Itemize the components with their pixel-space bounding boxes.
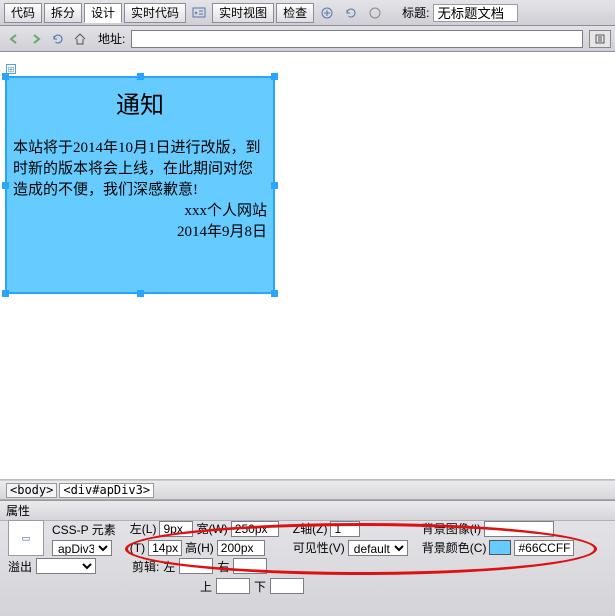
notice-signature-1: xxx个人网站 — [13, 201, 267, 222]
overflow-select[interactable] — [36, 558, 96, 574]
element-id-select[interactable]: apDiv3 — [52, 540, 112, 556]
bgimg-label: 背景图像(I) — [422, 520, 481, 537]
doc-title-input[interactable] — [433, 4, 518, 22]
live-code-icon[interactable] — [188, 3, 210, 23]
bgimg-input[interactable] — [484, 521, 554, 537]
tab-live-code[interactable]: 实时代码 — [124, 3, 186, 23]
resize-handle-br[interactable] — [271, 290, 278, 297]
reload-icon[interactable] — [48, 29, 68, 49]
tab-inspect[interactable]: 检查 — [276, 3, 314, 23]
go-button[interactable] — [589, 30, 611, 48]
bgcolor-input[interactable] — [514, 540, 574, 556]
bgcolor-label: 背景颜色(C) — [422, 539, 487, 556]
z-label: Z轴(Z) — [293, 520, 328, 537]
clip-top-label: 上 — [200, 578, 212, 595]
z-input[interactable] — [330, 521, 360, 537]
resize-handle-tr[interactable] — [271, 73, 278, 80]
clip-bottom-label: 下 — [254, 578, 266, 595]
overflow-label: 溢出 — [8, 558, 32, 575]
notice-signature-2: 2014年9月8日 — [13, 222, 267, 243]
bgcolor-swatch[interactable] — [489, 540, 511, 555]
home-icon[interactable] — [70, 29, 90, 49]
element-thumb-icon: ▭ — [8, 520, 44, 556]
refresh-icon[interactable] — [340, 3, 362, 23]
clip-left-input[interactable] — [179, 558, 213, 574]
properties-header[interactable]: 属性 — [0, 501, 615, 521]
clip-bottom-input[interactable] — [270, 578, 304, 594]
clip-left-label: 左 — [163, 558, 175, 575]
forward-icon[interactable] — [26, 29, 46, 49]
left-input[interactable] — [159, 521, 193, 537]
address-bar: 地址: — [0, 26, 615, 52]
left-label: 左(L) — [130, 520, 157, 537]
width-input[interactable] — [231, 521, 279, 537]
notice-title: 通知 — [13, 90, 267, 124]
clip-right-label: 右 — [217, 558, 229, 575]
tag-apdiv[interactable]: <div#apDiv3> — [59, 483, 154, 498]
vis-label: 可见性(V) — [293, 539, 345, 556]
design-canvas[interactable]: ⊞ 通知 本站将于2014年10月1日进行改版，到时新的版本将会上线，在此期间对… — [0, 52, 615, 480]
resize-handle-bm[interactable] — [137, 290, 144, 297]
resize-handle-ml[interactable] — [2, 182, 9, 189]
tab-split[interactable]: 拆分 — [44, 3, 82, 23]
mode-toolbar: 代码 拆分 设计 实时代码 实时视图 检查 标题: — [0, 0, 615, 26]
clip-label: 剪辑: — [132, 558, 159, 575]
apdiv-content[interactable]: 通知 本站将于2014年10月1日进行改版，到时新的版本将会上线，在此期间对您造… — [7, 78, 273, 292]
resize-handle-tl[interactable] — [2, 73, 9, 80]
clip-right-input[interactable] — [233, 558, 267, 574]
tab-live-view[interactable]: 实时视图 — [212, 3, 274, 23]
options-icon[interactable] — [316, 3, 338, 23]
back-icon[interactable] — [4, 29, 24, 49]
tab-design[interactable]: 设计 — [84, 3, 122, 23]
top-label: (T) — [130, 541, 145, 555]
visibility-select[interactable]: default — [348, 540, 408, 556]
title-label: 标题: — [402, 4, 429, 21]
tag-body[interactable]: <body> — [6, 483, 57, 498]
cssp-label: CSS-P 元素 — [52, 521, 116, 538]
resize-handle-mr[interactable] — [271, 182, 278, 189]
address-label: 地址: — [98, 30, 125, 47]
tag-selector-bar: <body> <div#apDiv3> — [0, 480, 615, 500]
height-input[interactable] — [217, 540, 265, 556]
height-label: 高(H) — [185, 539, 214, 556]
width-label: 宽(W) — [196, 520, 227, 537]
resize-handle-tm[interactable] — [137, 73, 144, 80]
resize-handle-bl[interactable] — [2, 290, 9, 297]
top-input[interactable] — [148, 540, 182, 556]
properties-panel: 属性 ▭ CSS-P 元素 apDiv3 左(L) 宽(W) (T) — [0, 500, 615, 616]
notice-body: 本站将于2014年10月1日进行改版，到时新的版本将会上线，在此期间对您造成的不… — [13, 138, 267, 201]
tab-code[interactable]: 代码 — [4, 3, 42, 23]
apdiv-selection[interactable]: 通知 本站将于2014年10月1日进行改版，到时新的版本将会上线，在此期间对您造… — [5, 76, 275, 294]
clip-top-input[interactable] — [216, 578, 250, 594]
visual-aids-icon[interactable] — [364, 3, 386, 23]
address-input[interactable] — [131, 30, 583, 48]
